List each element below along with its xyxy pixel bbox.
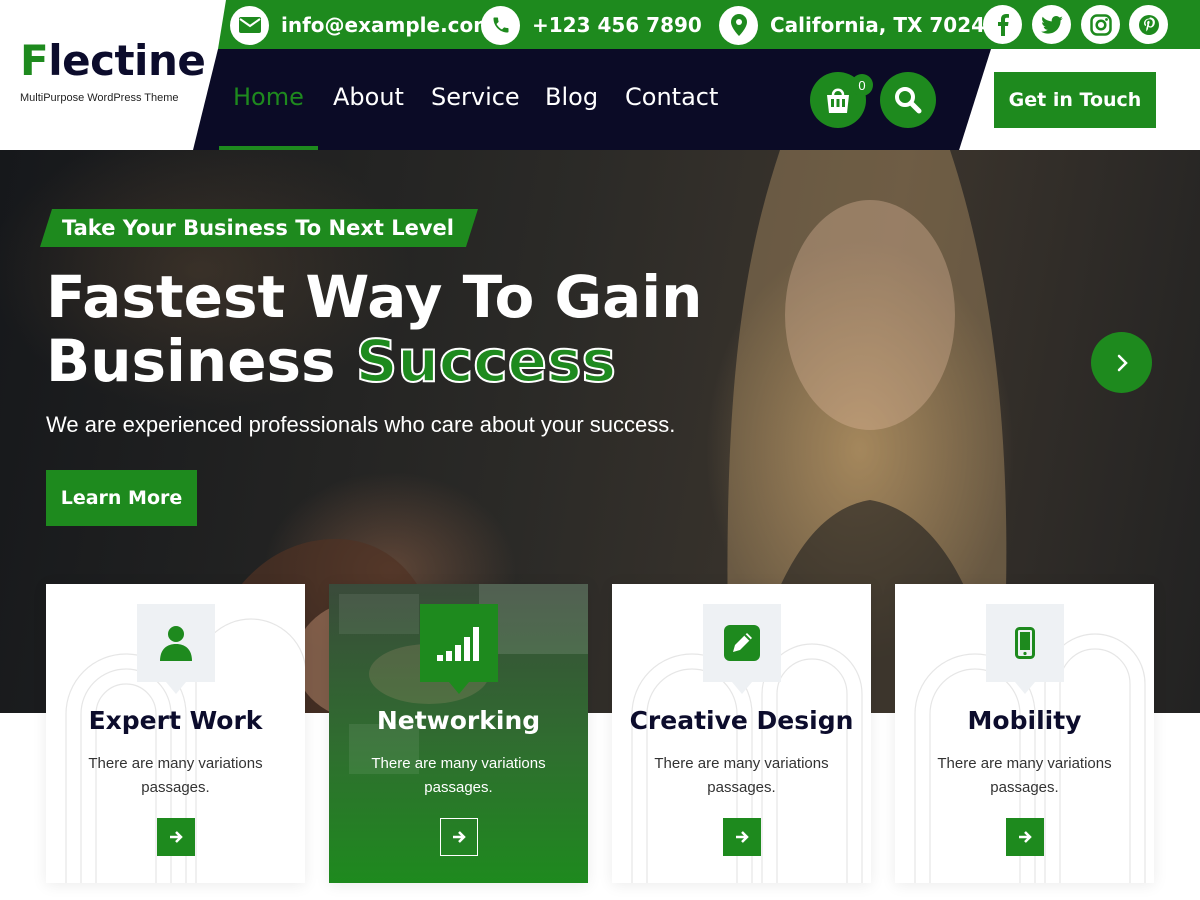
topbar-phone[interactable]: +123 456 7890: [481, 5, 702, 45]
feature-card-expert-work[interactable]: Expert Work There are many variations pa…: [46, 584, 305, 883]
feature-more-button[interactable]: [157, 818, 195, 856]
signal-bars-icon: [420, 604, 498, 694]
feature-title: Expert Work: [88, 706, 263, 735]
feature-desc: There are many variations passages.: [371, 755, 546, 796]
instagram-icon[interactable]: [1081, 5, 1120, 44]
pencil-icon: [703, 604, 781, 694]
hero-title-accent: Success: [355, 327, 617, 395]
arrow-right-icon: [736, 831, 749, 843]
location-text: California, TX 70240: [770, 13, 999, 37]
search-icon: [895, 87, 922, 114]
feature-card-networking[interactable]: Networking There are many variations pas…: [329, 584, 588, 883]
chevron-right-icon: [1117, 354, 1128, 371]
logo-rest: lectine: [48, 36, 206, 85]
logo-first-letter: F: [20, 36, 49, 85]
logo-tagline: MultiPurpose WordPress Theme: [20, 92, 179, 104]
get-in-touch-button[interactable]: Get in Touch: [994, 72, 1156, 128]
main-nav: Home About Service Blog Contact 0: [193, 49, 991, 150]
site-header: Flectine MultiPurpose WordPress Theme in…: [0, 0, 1200, 150]
logo[interactable]: Flectine MultiPurpose WordPress Theme: [0, 0, 220, 150]
feature-more-button[interactable]: [440, 818, 478, 856]
hero-subtitle: We are experienced professionals who car…: [46, 412, 676, 437]
hero-title: Fastest Way To Gain Business Success: [46, 263, 746, 395]
nav-service[interactable]: Service: [431, 83, 520, 111]
hero-title-line2: Business: [46, 327, 356, 395]
arrow-right-icon: [1019, 831, 1032, 843]
feature-card-mobility[interactable]: Mobility There are many variations passa…: [895, 584, 1154, 883]
feature-more-button[interactable]: [1006, 818, 1044, 856]
user-icon: [137, 604, 215, 694]
feature-card-creative-design[interactable]: Creative Design There are many variation…: [612, 584, 871, 883]
topbar-email[interactable]: info@example.com: [230, 5, 494, 45]
search-button[interactable]: [880, 72, 936, 128]
facebook-icon[interactable]: [983, 5, 1022, 44]
phone-icon: [481, 5, 520, 45]
pinterest-icon[interactable]: [1129, 5, 1168, 44]
hero-badge: Take Your Business To Next Level: [40, 209, 478, 247]
feature-more-button[interactable]: [723, 818, 761, 856]
feature-desc: There are many variations passages.: [654, 755, 829, 796]
feature-desc: There are many variations passages.: [937, 755, 1112, 796]
topbar-location[interactable]: California, TX 70240: [719, 5, 999, 45]
arrow-right-icon: [170, 831, 183, 843]
arrow-right-icon: [453, 831, 466, 843]
feature-desc: There are many variations passages.: [88, 755, 263, 796]
phone-text: +123 456 7890: [532, 13, 702, 37]
feature-title: Networking: [376, 706, 541, 735]
nav-about[interactable]: About: [333, 83, 404, 111]
twitter-icon[interactable]: [1032, 5, 1071, 44]
nav-blog[interactable]: Blog: [545, 83, 598, 111]
contact-topbar: info@example.com +123 456 7890 Californi…: [218, 0, 1200, 49]
envelope-icon: [230, 5, 269, 45]
cart-count-badge: 0: [851, 74, 873, 96]
mobile-icon: [986, 604, 1064, 694]
map-pin-icon: [719, 5, 758, 45]
hero-title-line1: Fastest Way To Gain: [46, 263, 703, 331]
nav-contact[interactable]: Contact: [625, 83, 718, 111]
learn-more-button[interactable]: Learn More: [46, 470, 197, 526]
slider-next-button[interactable]: [1091, 332, 1152, 393]
email-text: info@example.com: [281, 13, 495, 37]
feature-cards: Expert Work There are many variations pa…: [0, 584, 1200, 884]
logo-title: Flectine: [20, 38, 220, 84]
shopping-bag-icon: [827, 88, 849, 113]
nav-home[interactable]: Home: [233, 83, 304, 111]
feature-title: Mobility: [967, 706, 1082, 735]
feature-title: Creative Design: [629, 706, 854, 735]
